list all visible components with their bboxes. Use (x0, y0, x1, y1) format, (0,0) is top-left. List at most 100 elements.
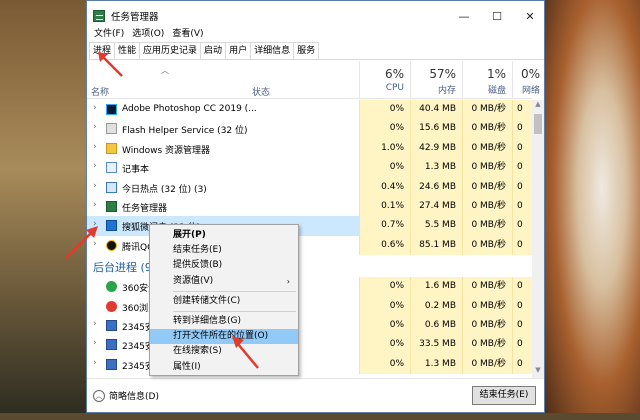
expand-chevron-icon[interactable]: › (93, 142, 97, 152)
desktop-wallpaper-left (0, 0, 86, 420)
maximize-button[interactable]: ☐ (480, 1, 514, 31)
end-task-button[interactable]: 结束任务(E) (472, 386, 536, 405)
expand-chevron-icon[interactable]: › (93, 319, 97, 329)
tab-users[interactable]: 用户 (225, 42, 252, 59)
scroll-thumb[interactable] (534, 114, 542, 134)
expand-chevron-icon[interactable]: › (93, 358, 97, 368)
task-manager-icon (93, 10, 105, 22)
memory-value: 24.6 MB (410, 177, 462, 197)
context-menu-item[interactable]: 转到详细信息(G) (150, 314, 298, 329)
process-name: 记事本 (122, 165, 150, 176)
network-value: 0 Mbps (512, 196, 534, 217)
disk-value: 0 MB/秒 (462, 196, 512, 217)
process-row[interactable]: › 记事本 0%1.3 MB0 MB/秒0 Mbps (87, 158, 534, 178)
column-network[interactable]: 0% 网络 (512, 61, 546, 99)
process-row[interactable]: › Windows 资源管理器 1.0%42.9 MB0 MB/秒0 Mbps (87, 138, 534, 159)
tab-services[interactable]: 服务 (293, 42, 320, 59)
sort-up-icon: ︿ (161, 66, 169, 75)
tab-app-history[interactable]: 应用历史记录 (139, 42, 202, 59)
column-memory[interactable]: 57% 内存 (410, 61, 462, 99)
disk-value: 0 MB/秒 (462, 177, 512, 197)
network-value: 0 Mbps (512, 216, 534, 236)
menu-file[interactable]: 文件(F) (90, 27, 128, 41)
window-title: 任务管理器 (111, 12, 159, 23)
desktop-wallpaper-right (545, 0, 640, 420)
cpu-value: 0.7% (359, 216, 410, 236)
disk-value: 0 MB/秒 (462, 335, 512, 355)
cpu-value: 0% (359, 119, 410, 139)
memory-value: 1.6 MB (410, 277, 462, 297)
vertical-scrollbar[interactable]: ▲ ▼ (532, 100, 544, 378)
context-menu-item[interactable]: 结束任务(E) (150, 243, 298, 258)
context-menu-item[interactable]: 展开(P) (150, 228, 298, 243)
flash-icon (106, 123, 117, 135)
disk-value: 0 MB/秒 (462, 216, 512, 236)
photoshop-icon (106, 104, 117, 115)
tab-startup[interactable]: 启动 (200, 42, 227, 59)
context-menu-item[interactable]: 创建转储文件(C) (150, 294, 298, 309)
tab-details[interactable]: 详细信息 (250, 42, 295, 59)
context-menu-item[interactable]: 资源值(V) › (150, 274, 298, 289)
context-menu-item[interactable]: 在线搜索(S) (150, 344, 298, 359)
network-value: 0 Mbps (512, 354, 534, 375)
context-menu-item[interactable]: 属性(I) (150, 360, 298, 375)
column-status[interactable]: 状态 (252, 85, 270, 98)
expand-chevron-icon[interactable]: › (93, 239, 97, 249)
disk-value: 0 MB/秒 (462, 315, 512, 336)
process-row[interactable]: › 任务管理器 0.1%27.4 MB0 MB/秒0 Mbps (87, 196, 534, 217)
folder-icon (106, 142, 117, 154)
expand-chevron-icon[interactable]: › (93, 338, 97, 348)
memory-value: 15.6 MB (410, 119, 462, 139)
close-button[interactable]: ✕ (513, 1, 547, 31)
cpu-value: 0% (359, 315, 410, 336)
tab-performance[interactable]: 性能 (114, 42, 141, 59)
taskmgr-icon (106, 200, 117, 212)
tab-processes[interactable]: 进程 (89, 42, 116, 59)
context-menu-item[interactable]: 提供反馈(B) (150, 258, 298, 273)
memory-total: 57% (429, 67, 456, 81)
process-name: Adobe Photoshop CC 2019 (... (122, 104, 257, 114)
minimize-button[interactable]: — (447, 1, 481, 31)
column-cpu[interactable]: 6% CPU (359, 61, 410, 99)
expand-chevron-icon[interactable]: › (93, 200, 97, 210)
process-row[interactable]: › Adobe Photoshop CC 2019 (... 0% 40.4 MB 0 … (87, 100, 534, 120)
network-total: 0% (520, 67, 540, 81)
disk-value: 0 MB/秒 (462, 235, 512, 256)
expand-chevron-icon[interactable]: › (93, 219, 97, 229)
cpu-value: 0% (359, 277, 410, 297)
expand-chevron-icon[interactable]: › (93, 103, 97, 113)
process-row[interactable]: › 今日热点 (32 位) (3) 0.4%24.6 MB0 MB/秒0 Mbps (87, 177, 534, 197)
360-icon (106, 281, 117, 293)
disk-total: 1% (486, 67, 506, 81)
memory-label: 内存 (437, 86, 456, 96)
menu-options[interactable]: 选项(O) (128, 27, 168, 41)
context-menu-item[interactable]: 打开文件所在的位置(O) (150, 329, 298, 345)
memory-value: 42.9 MB (410, 138, 462, 159)
less-details-link[interactable]: ︿ 简略信息(D) (93, 389, 159, 402)
expand-chevron-icon[interactable]: › (93, 161, 97, 171)
menu-view[interactable]: 查看(V) (168, 27, 207, 41)
network-value: 0 Mbps (512, 277, 534, 297)
process-row[interactable]: › Flash Helper Service (32 位) 0% 15.6 MB 0 M… (87, 119, 534, 139)
scroll-down-icon[interactable]: ▼ (532, 366, 544, 378)
cpu-total: 6% (384, 67, 404, 81)
process-name: Windows 资源管理器 (122, 145, 211, 156)
network-value: 0 Mbps (512, 177, 534, 197)
submenu-arrow-icon: › (286, 276, 290, 286)
expand-chevron-icon[interactable]: › (93, 122, 97, 132)
disk-value: 0 MB/秒 (462, 277, 512, 297)
sohu-icon (106, 220, 117, 232)
column-disk[interactable]: 1% 磁盘 (462, 61, 512, 99)
cpu-value: 0% (359, 354, 410, 375)
cpu-value: 0.4% (359, 177, 410, 197)
network-label: 网络 (521, 86, 540, 96)
network-value: 0 Mbps (512, 315, 534, 336)
scroll-up-icon[interactable]: ▲ (532, 100, 544, 112)
menu-bar: 文件(F) 选项(O) 查看(V) (90, 27, 208, 41)
collapse-circle-icon: ︿ (93, 389, 105, 402)
tab-bar: 进程 性能 应用历史记录 启动 用户 详细信息 服务 (89, 42, 544, 60)
network-value: 0 Mbps (512, 296, 534, 316)
column-name[interactable]: 名称 (91, 85, 109, 98)
disk-value: 0 MB/秒 (462, 158, 512, 178)
expand-chevron-icon[interactable]: › (93, 181, 97, 191)
